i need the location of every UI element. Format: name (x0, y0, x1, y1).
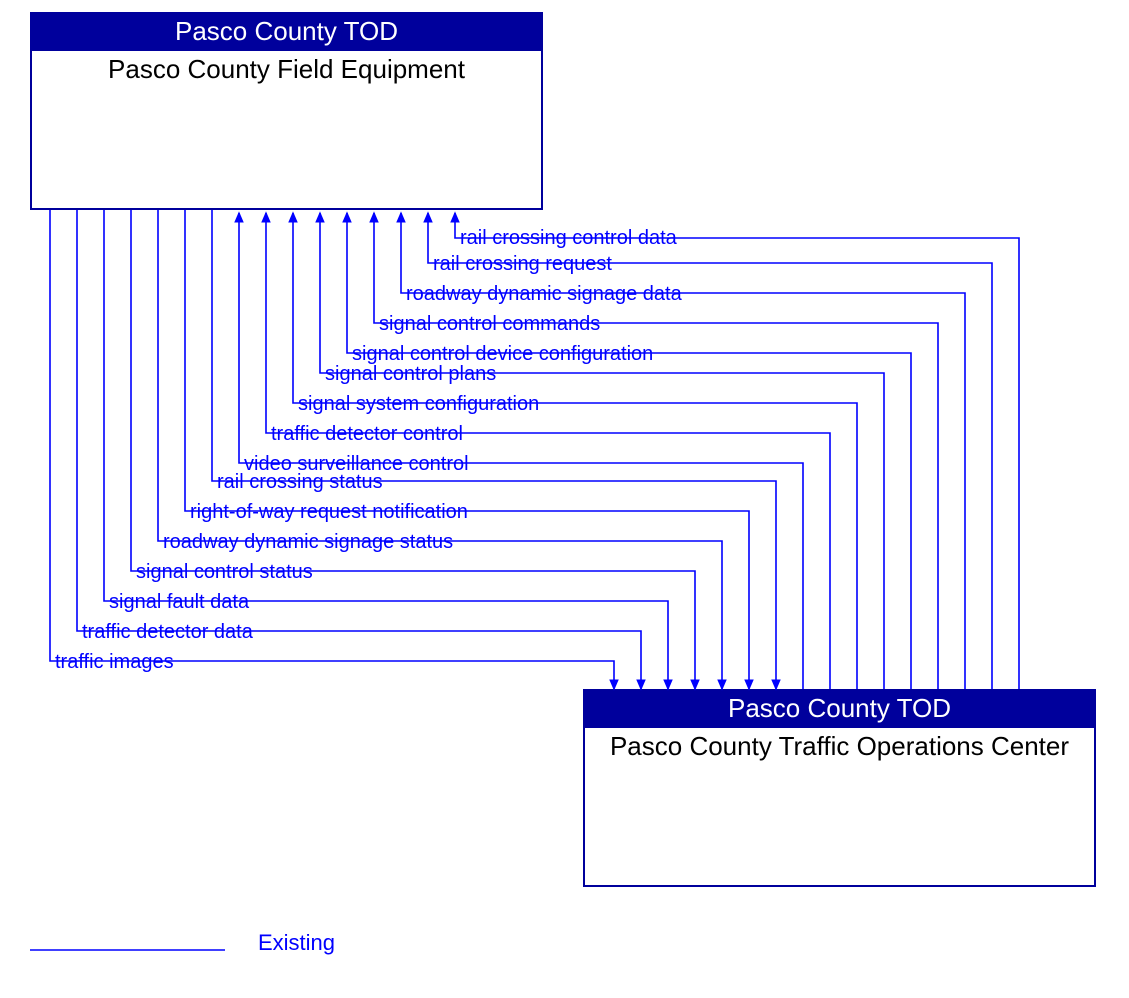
flow-label: right-of-way request notification (190, 502, 468, 522)
flow-lines (0, 0, 1129, 998)
flow-label: signal control plans (325, 364, 496, 384)
flow-label: signal control status (136, 562, 313, 582)
flow-label: traffic detector data (82, 622, 253, 642)
flow-label: signal system configuration (298, 394, 539, 414)
flow-label: signal control device configuration (352, 344, 653, 364)
flow-label: roadway dynamic signage data (406, 284, 682, 304)
flow-label: traffic images (55, 652, 174, 672)
flow-label: rail crossing control data (460, 228, 677, 248)
flow-label: signal control commands (379, 314, 600, 334)
flow-label: rail crossing request (433, 254, 612, 274)
flow-label: roadway dynamic signage status (163, 532, 453, 552)
legend-label-existing: Existing (258, 930, 335, 956)
legend-line-existing (30, 940, 230, 960)
flow-label: traffic detector control (271, 424, 463, 444)
flow-label: signal fault data (109, 592, 249, 612)
flow-label: rail crossing status (217, 472, 383, 492)
